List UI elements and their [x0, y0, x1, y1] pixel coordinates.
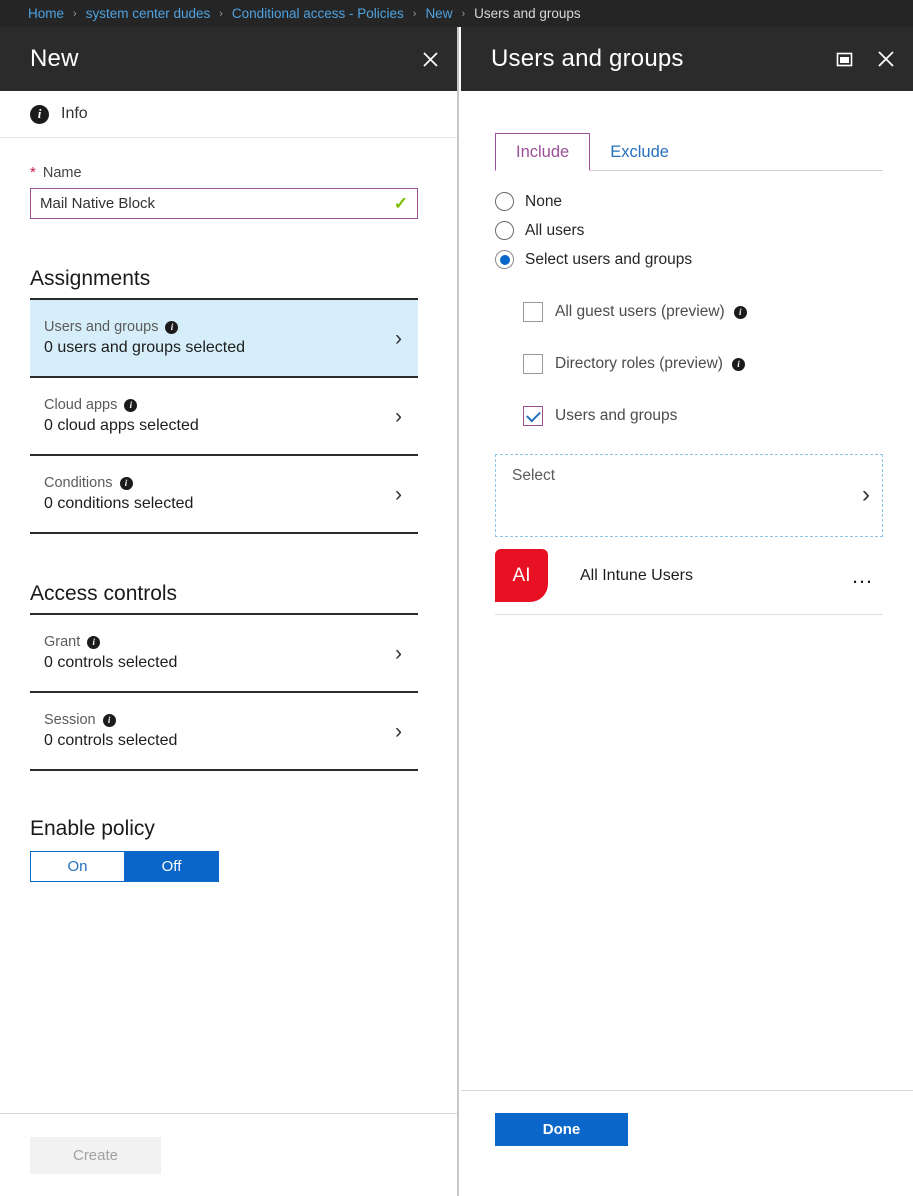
- access-control-row-title: Session: [44, 712, 96, 728]
- breadcrumb-separator: ›: [73, 7, 77, 20]
- access-control-row-title: Grant: [44, 634, 81, 650]
- include-exclude-tabs: Include Exclude: [495, 133, 883, 171]
- radio-icon: [495, 221, 514, 240]
- group-name: All Intune Users: [580, 566, 693, 584]
- checkbox-label: Users and groups: [555, 407, 678, 424]
- checkbox-directory-roles[interactable]: Directory roles (preview) i: [523, 338, 885, 390]
- info-bar-label: Info: [61, 105, 88, 122]
- chevron-right-icon: ›: [395, 482, 402, 506]
- checkbox-label: Directory roles (preview): [555, 355, 723, 372]
- checkbox-icon: [523, 302, 543, 322]
- info-bar[interactable]: i Info: [0, 91, 457, 138]
- checkbox-all-guest-users[interactable]: All guest users (preview) i: [523, 286, 885, 338]
- radio-icon-selected: [495, 250, 514, 269]
- scope-radio-group: None All users Select users and groups: [495, 187, 885, 274]
- access-control-row-subtitle: 0 controls selected: [44, 654, 178, 671]
- chevron-right-icon: ›: [862, 481, 870, 508]
- info-icon[interactable]: i: [731, 357, 745, 371]
- close-icon[interactable]: [873, 46, 899, 72]
- tab-include[interactable]: Include: [495, 133, 591, 171]
- assignment-row-title: Conditions: [44, 475, 113, 491]
- select-users-groups-box[interactable]: Select ›: [495, 454, 883, 537]
- radio-option-label: All users: [525, 221, 585, 239]
- radio-icon: [495, 192, 514, 211]
- blade-title: Users and groups: [491, 45, 684, 72]
- breadcrumb-item-users-and-groups: Users and groups: [474, 6, 581, 21]
- name-field-label: * Name: [30, 164, 427, 181]
- checkbox-label: All guest users (preview): [555, 303, 725, 320]
- ellipsis-icon[interactable]: …: [851, 564, 883, 586]
- radio-option-select-users-and-groups[interactable]: Select users and groups: [495, 245, 885, 274]
- users-and-groups-footer: Done: [461, 1090, 913, 1196]
- assignment-row-title: Cloud apps: [44, 397, 118, 413]
- chevron-right-icon: ›: [395, 641, 402, 665]
- checkbox-icon: [523, 354, 543, 374]
- assignment-row-subtitle: 0 cloud apps selected: [44, 417, 199, 434]
- info-icon[interactable]: i: [87, 635, 101, 649]
- breadcrumb: Home › system center dudes › Conditional…: [0, 0, 913, 27]
- name-input[interactable]: [40, 195, 394, 212]
- info-icon: i: [30, 104, 49, 124]
- assignment-row-title: Users and groups: [44, 319, 159, 335]
- checkbox-users-and-groups[interactable]: Users and groups: [523, 390, 885, 442]
- chevron-right-icon: ›: [395, 404, 402, 428]
- access-control-row-grant[interactable]: Grant i 0 controls selected ›: [30, 615, 418, 693]
- breadcrumb-separator: ›: [219, 7, 223, 20]
- breadcrumb-item-new[interactable]: New: [425, 6, 452, 21]
- access-control-row-subtitle: 0 controls selected: [44, 732, 178, 749]
- avatar: AI: [495, 549, 548, 602]
- select-placeholder-label: Select: [512, 467, 556, 484]
- tab-exclude[interactable]: Exclude: [590, 134, 689, 170]
- new-policy-footer: Create: [0, 1113, 457, 1196]
- list-item[interactable]: AI All Intune Users …: [495, 537, 883, 615]
- info-icon[interactable]: i: [733, 305, 747, 319]
- checkbox-icon-checked: [523, 406, 543, 426]
- breadcrumb-item-tenant[interactable]: system center dudes: [86, 6, 211, 21]
- users-and-groups-blade-header: Users and groups: [461, 27, 913, 91]
- checkmark-icon: ✓: [393, 194, 408, 213]
- page-title: New: [30, 45, 79, 72]
- done-button[interactable]: Done: [495, 1113, 628, 1146]
- radio-option-none[interactable]: None: [495, 187, 885, 216]
- users-and-groups-form: Include Exclude None All users Select us…: [461, 133, 913, 1174]
- required-marker: *: [30, 164, 36, 181]
- radio-option-label: Select users and groups: [525, 250, 693, 268]
- assignment-row-users-and-groups[interactable]: Users and groups i 0 users and groups se…: [30, 300, 418, 378]
- info-icon[interactable]: i: [165, 320, 179, 334]
- radio-option-label: None: [525, 192, 563, 210]
- access-control-row-session[interactable]: Session i 0 controls selected ›: [30, 693, 418, 771]
- assignment-row-subtitle: 0 users and groups selected: [44, 339, 246, 356]
- enable-policy-toggle-on[interactable]: On: [30, 851, 125, 882]
- new-policy-form: * Name ✓ Assignments Users and groups i …: [0, 164, 457, 882]
- scope-checkbox-group: All guest users (preview) i Directory ro…: [495, 286, 885, 442]
- info-icon[interactable]: i: [124, 398, 138, 412]
- enable-policy-toggle[interactable]: On Off: [30, 851, 219, 882]
- info-icon[interactable]: i: [119, 476, 133, 490]
- breadcrumb-item-conditional-access[interactable]: Conditional access - Policies: [232, 6, 404, 21]
- users-and-groups-blade: Users and groups Include Exclude None Al…: [461, 27, 913, 1196]
- assignment-row-conditions[interactable]: Conditions i 0 conditions selected ›: [30, 456, 418, 534]
- radio-option-all-users[interactable]: All users: [495, 216, 885, 245]
- enable-policy-heading: Enable policy: [30, 817, 155, 840]
- breadcrumb-item-home[interactable]: Home: [28, 6, 64, 21]
- chevron-right-icon: ›: [395, 326, 402, 350]
- chevron-right-icon: ›: [395, 719, 402, 743]
- close-icon[interactable]: [417, 46, 443, 72]
- assignment-row-cloud-apps[interactable]: Cloud apps i 0 cloud apps selected ›: [30, 378, 418, 456]
- name-input-wrapper: ✓: [30, 188, 418, 219]
- access-controls-heading: Access controls: [30, 582, 178, 605]
- new-policy-blade-header: New: [0, 27, 457, 91]
- create-button[interactable]: Create: [30, 1136, 161, 1174]
- assignments-heading: Assignments: [30, 267, 151, 290]
- breadcrumb-separator: ›: [461, 7, 466, 20]
- info-icon[interactable]: i: [102, 713, 116, 727]
- breadcrumb-separator: ›: [412, 7, 417, 20]
- enable-policy-toggle-off[interactable]: Off: [125, 851, 219, 882]
- new-policy-blade: New i Info * Name ✓ Assignments Users an…: [0, 27, 459, 1196]
- maximize-icon[interactable]: [831, 46, 857, 72]
- assignment-row-subtitle: 0 conditions selected: [44, 495, 194, 512]
- name-label-text: Name: [42, 165, 82, 181]
